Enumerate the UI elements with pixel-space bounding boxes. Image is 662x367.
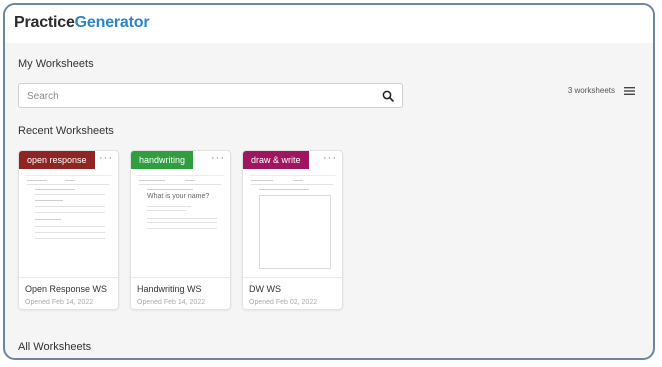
- worksheet-thumbnail: What is your name?: [137, 175, 224, 276]
- worksheet-opened-date: Opened Feb 14, 2022: [137, 299, 206, 306]
- worksheet-card-handwriting[interactable]: handwriting ··· What is your name? Handw…: [130, 150, 231, 310]
- app-window: PracticeGenerator My Worksheets 3 worksh…: [3, 3, 655, 360]
- page-title: My Worksheets: [18, 58, 94, 70]
- worksheet-card-open-response[interactable]: open response ··· Open Response WS Opene…: [18, 150, 119, 310]
- worksheet-name: Handwriting WS: [137, 284, 202, 294]
- worksheet-opened-date: Opened Feb 14, 2022: [25, 299, 94, 306]
- worksheet-thumbnail: [249, 175, 336, 276]
- worksheet-count: 3 worksheets: [567, 86, 615, 95]
- app-logo[interactable]: PracticeGenerator: [14, 14, 150, 32]
- worksheet-type-badge: open response: [19, 151, 95, 169]
- worksheet-opened-date: Opened Feb 02, 2022: [249, 299, 318, 306]
- worksheet-thumbnail: [25, 175, 112, 276]
- worksheet-card-draw-write[interactable]: draw & write ··· DW WS Opened Feb 02, 20…: [242, 150, 343, 310]
- worksheet-name: DW WS: [249, 284, 281, 294]
- list-icon[interactable]: [624, 86, 635, 96]
- all-worksheets-heading: All Worksheets: [18, 341, 92, 353]
- header: PracticeGenerator: [5, 5, 653, 43]
- search-box[interactable]: [18, 83, 403, 108]
- worksheet-type-badge: draw & write: [243, 151, 309, 169]
- worksheet-type-badge: handwriting: [131, 151, 194, 169]
- more-options-icon[interactable]: ···: [211, 152, 225, 164]
- more-options-icon[interactable]: ···: [99, 152, 113, 164]
- more-options-icon[interactable]: ···: [323, 152, 337, 164]
- recent-worksheets-heading: Recent Worksheets: [18, 125, 114, 137]
- preview-prompt: What is your name?: [147, 193, 210, 200]
- search-input[interactable]: [25, 87, 369, 106]
- worksheet-name: Open Response WS: [25, 284, 108, 294]
- search-icon[interactable]: [382, 90, 394, 102]
